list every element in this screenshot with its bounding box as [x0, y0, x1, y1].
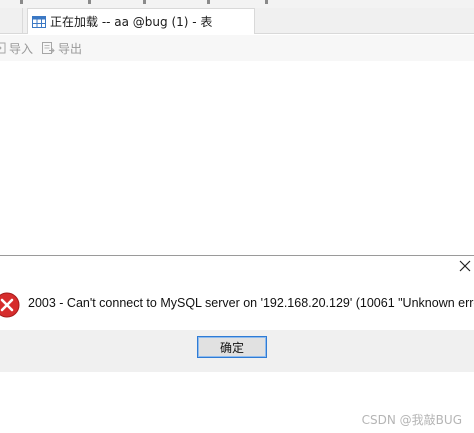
dialog-footer: 确定 — [0, 330, 474, 372]
menu-tick — [207, 0, 210, 4]
table-content-area — [0, 61, 474, 255]
error-dialog: 2003 - Can't connect to MySQL server on … — [0, 255, 474, 372]
menu-tick — [20, 0, 23, 4]
tab-label: 正在加载 -- aa @bug (1) - 表 — [50, 15, 213, 29]
watermark: CSDN @我敲BUG — [361, 413, 462, 427]
toolbar: 导入 导出 — [0, 35, 474, 61]
menu-bar-edge — [0, 0, 474, 8]
error-message: 2003 - Can't connect to MySQL server on … — [28, 296, 474, 310]
ok-button[interactable]: 确定 — [197, 336, 267, 358]
import-icon — [0, 42, 6, 54]
export-icon — [42, 42, 55, 54]
dialog-titlebar — [0, 256, 474, 280]
dialog-body: 2003 - Can't connect to MySQL server on … — [0, 280, 474, 330]
import-button[interactable]: 导入 — [0, 40, 33, 57]
import-label: 导入 — [9, 41, 34, 56]
table-grid-icon — [32, 15, 46, 28]
export-label: 导出 — [58, 41, 83, 56]
close-icon[interactable] — [458, 259, 472, 273]
menu-tick — [265, 0, 268, 4]
tab-bar: 正在加载 -- aa @bug (1) - 表 — [0, 8, 474, 34]
tab-loading-table[interactable]: 正在加载 -- aa @bug (1) - 表 — [27, 8, 255, 34]
error-icon — [0, 292, 20, 318]
menu-tick — [143, 0, 146, 4]
export-button[interactable]: 导出 — [42, 40, 82, 57]
menu-tick — [88, 0, 91, 4]
tab-previous[interactable] — [0, 8, 23, 34]
